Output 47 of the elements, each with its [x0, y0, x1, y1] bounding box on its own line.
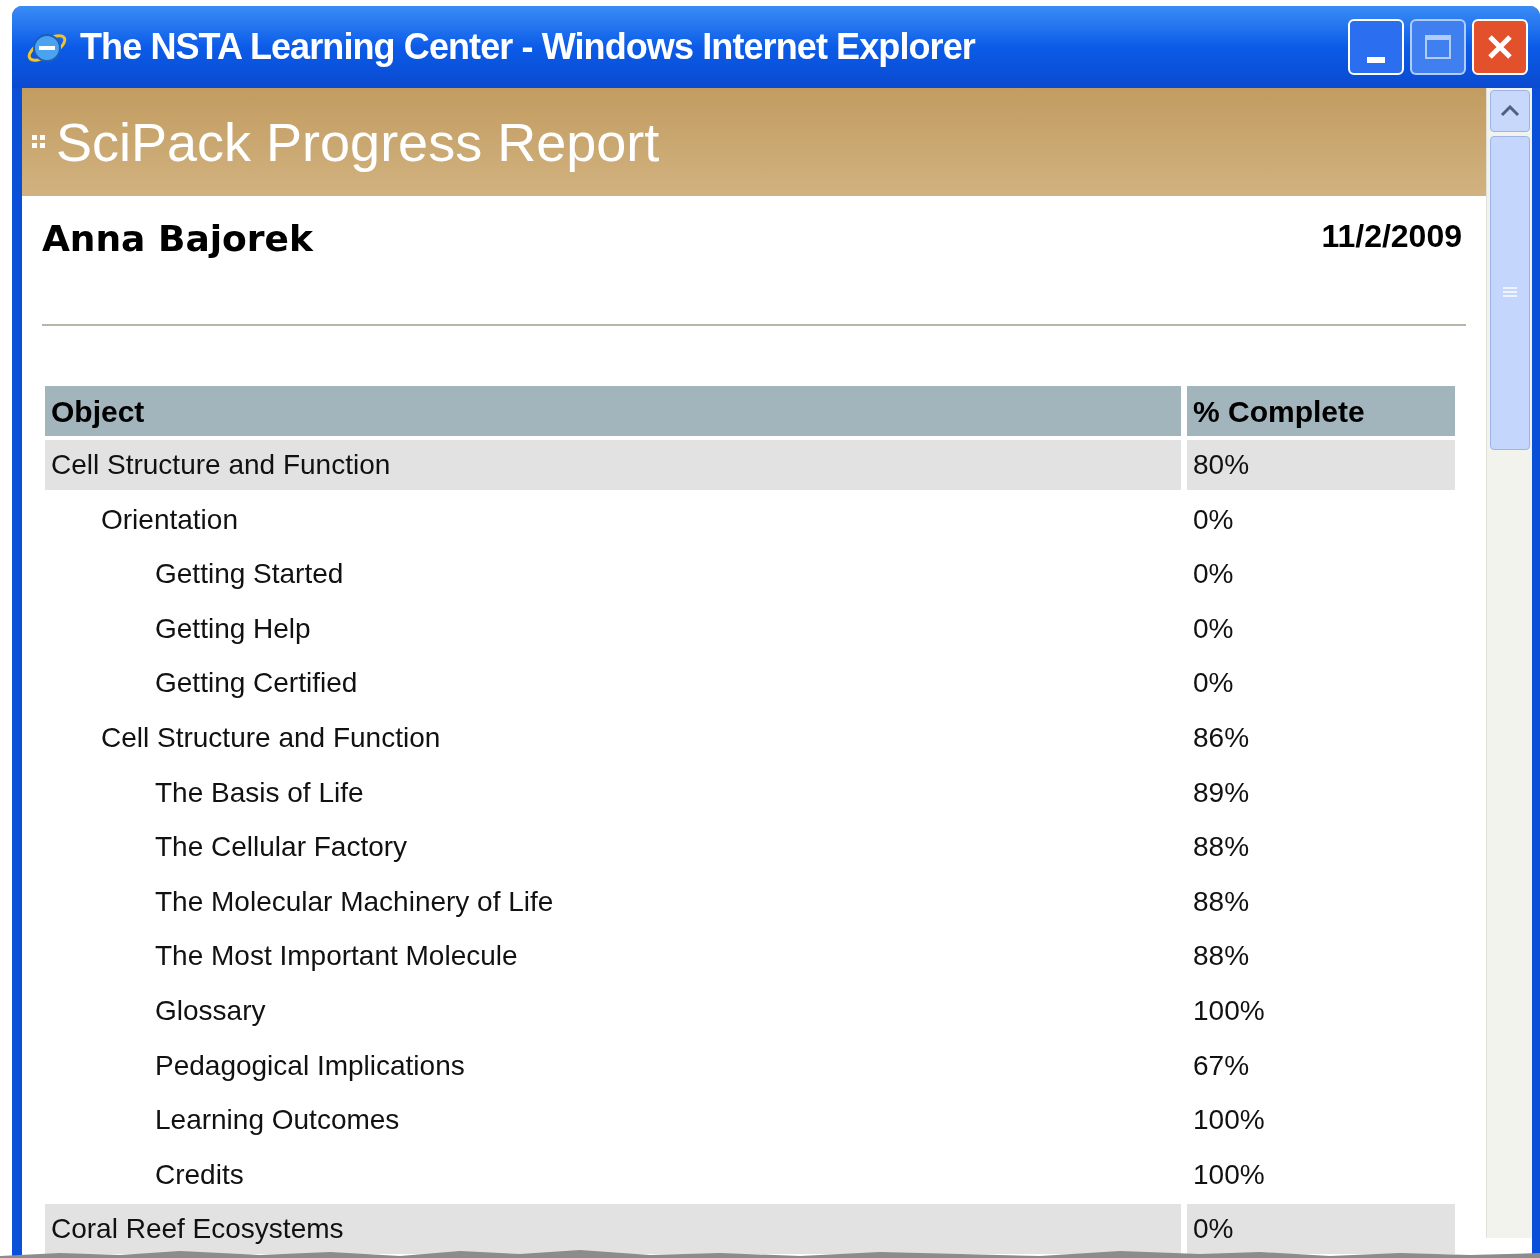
object-cell-text: Cell Structure and Function [100, 720, 442, 755]
percent-cell-text: 100% [1192, 1103, 1266, 1138]
minimize-icon [1367, 57, 1385, 63]
object-cell-text: The Molecular Machinery of Life [154, 884, 555, 919]
percent-cell-text: 0% [1192, 557, 1235, 592]
percent-cell-text: 88% [1192, 884, 1251, 919]
report-title: SciPack Progress Report [56, 110, 660, 174]
object-cell-text: Getting Certified [154, 666, 359, 701]
object-cell-text: Getting Help [154, 611, 312, 646]
percent-cell-text: 88% [1192, 939, 1251, 974]
percent-cell-text: 100% [1192, 1157, 1266, 1192]
window-title: The NSTA Learning Center - Windows Internet Explorer [80, 25, 975, 69]
object-cell: Cell Structure and Function [45, 440, 1181, 490]
percent-cell-text: 0% [1192, 502, 1235, 537]
percent-cell-text: 0% [1192, 666, 1235, 701]
object-cell-text: Getting Started [154, 557, 345, 592]
percent-cell-text: 0% [1192, 611, 1235, 646]
object-cell-text: Pedagogical Implications [154, 1048, 466, 1083]
object-cell: Coral Reef Ecosystems [45, 1204, 1181, 1255]
close-button[interactable] [1472, 19, 1528, 75]
scroll-thumb[interactable] [1489, 136, 1530, 450]
scroll-up-button[interactable] [1489, 90, 1530, 132]
scrollbar[interactable] [1486, 88, 1532, 1238]
minimize-button[interactable] [1348, 19, 1404, 75]
percent-cell-text: 86% [1192, 720, 1251, 755]
object-cell-text: Orientation [100, 502, 239, 537]
percent-cell-text: 89% [1192, 775, 1251, 810]
percent-cell: 80% [1187, 440, 1455, 490]
object-cell-text: The Cellular Factory [154, 830, 409, 865]
column-header: Object [45, 386, 1181, 436]
grip-lines-icon [1501, 286, 1518, 300]
object-cell-text: Learning Outcomes [154, 1103, 401, 1138]
percent-cell-text: 67% [1192, 1048, 1251, 1083]
object-cell-text: Glossary [154, 993, 267, 1028]
up-caret-icon [1499, 105, 1520, 117]
object-cell-text: The Basis of Life [154, 775, 365, 810]
maximize-icon [1425, 35, 1451, 59]
column-header: % Complete [1187, 386, 1455, 436]
object-cell-text: Credits [154, 1157, 245, 1192]
object-cell-text: The Most Important Molecule [154, 939, 519, 974]
report-date: 11/2/2009 [1321, 217, 1463, 256]
grip-icon [32, 135, 46, 149]
percent-cell-text: 100% [1192, 993, 1266, 1028]
maximize-button[interactable] [1410, 19, 1466, 75]
percent-cell: 0% [1187, 1204, 1455, 1255]
student-name: Anna Bajorek [42, 217, 313, 261]
percent-cell-text: 88% [1192, 830, 1251, 865]
